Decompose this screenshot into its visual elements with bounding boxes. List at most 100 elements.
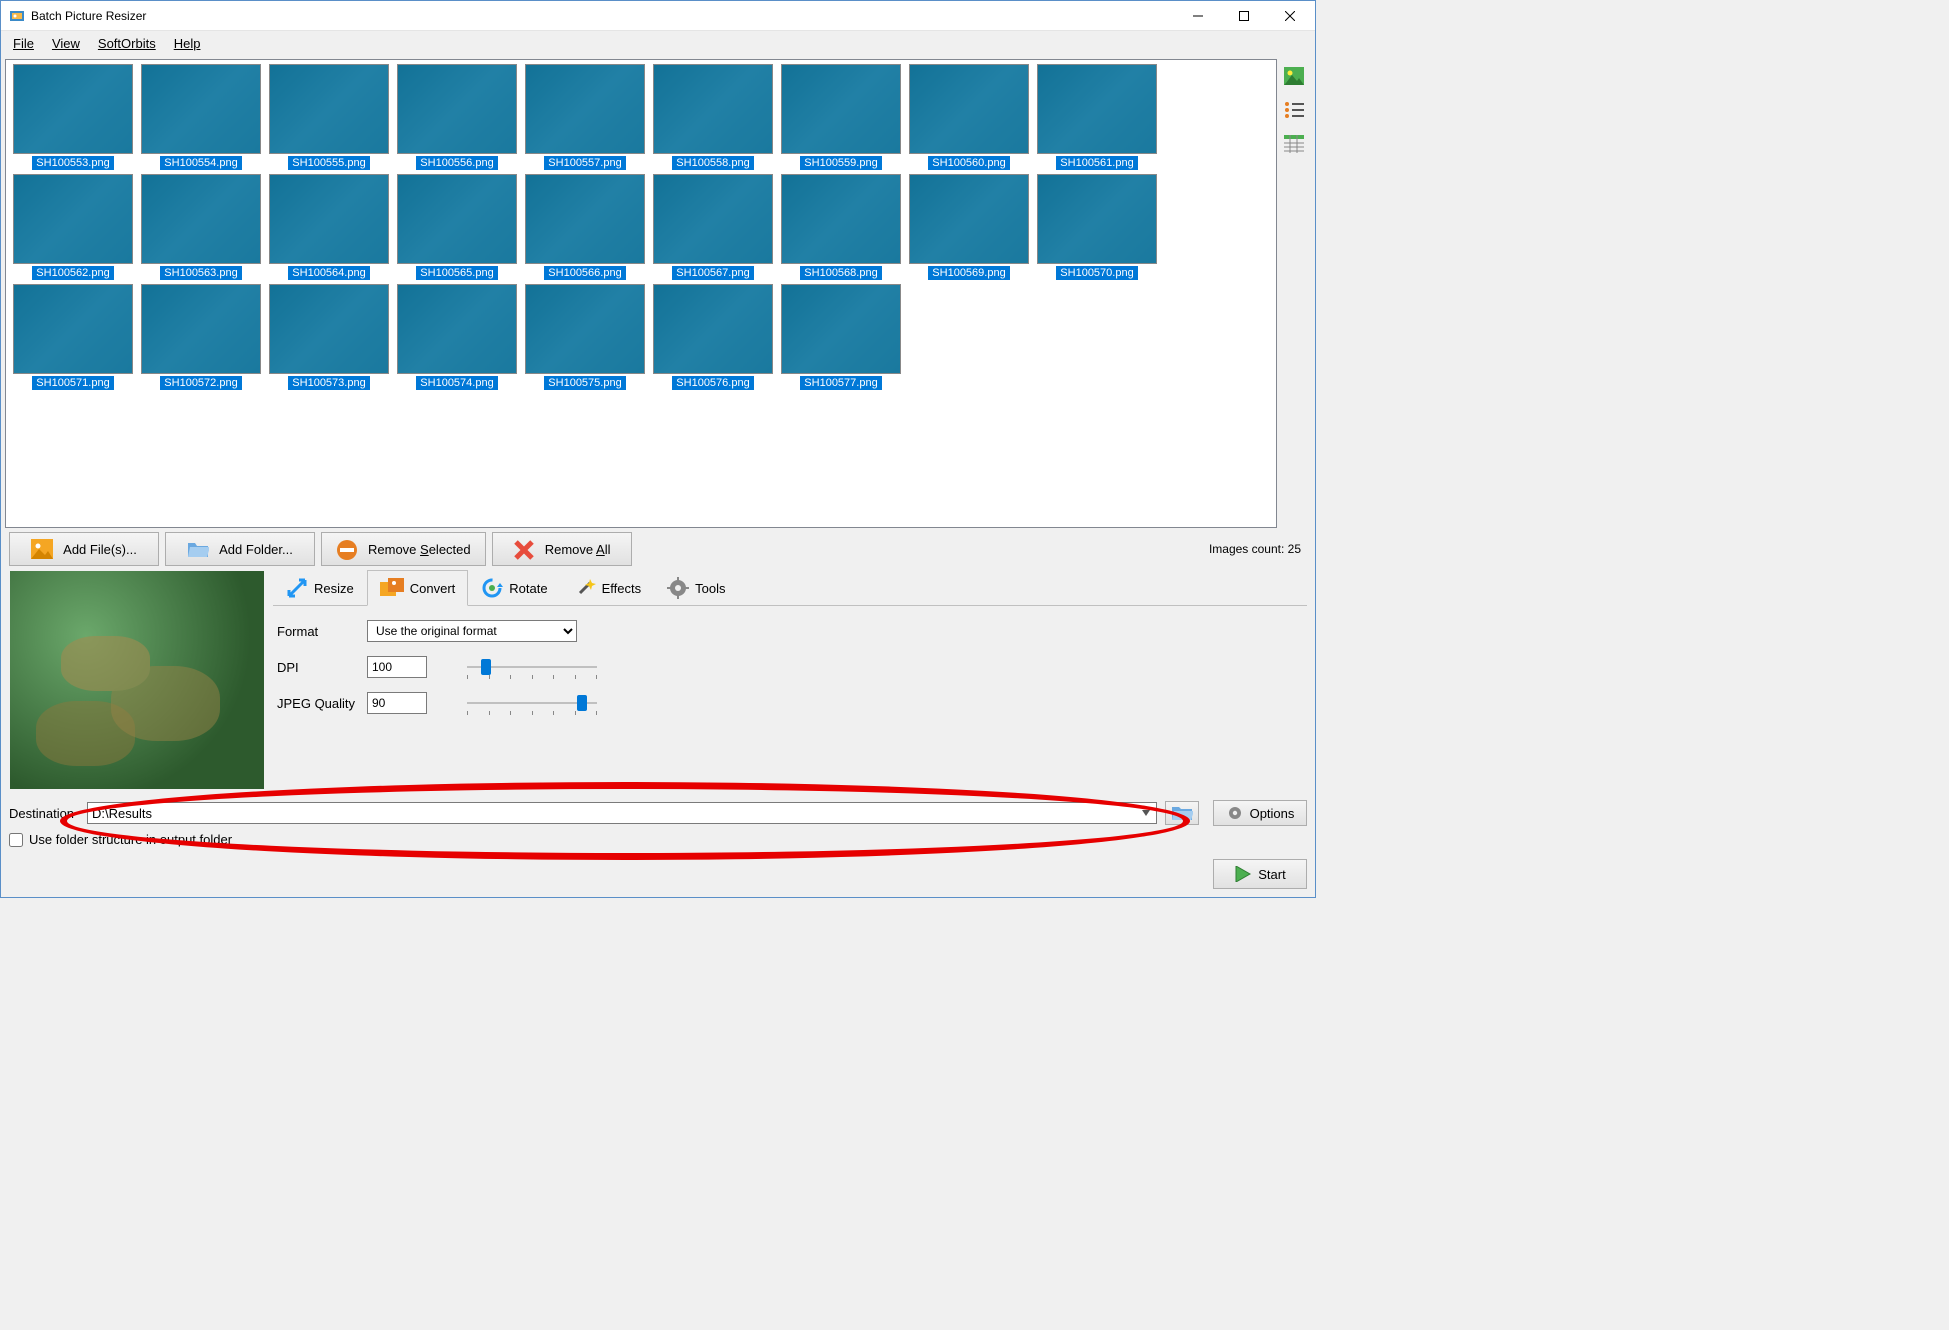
thumbnail-caption: SH100555.png	[288, 156, 369, 170]
view-thumbnails-button[interactable]	[1281, 63, 1307, 89]
view-list-button[interactable]	[1281, 97, 1307, 123]
thumbnail-caption: SH100562.png	[32, 266, 113, 280]
convert-icon	[380, 578, 404, 598]
thumbnail-item[interactable]: SH100557.png	[522, 64, 648, 170]
thumbnail-item[interactable]: SH100577.png	[778, 284, 904, 390]
gear-icon	[1226, 804, 1244, 822]
thumbnail-caption: SH100558.png	[672, 156, 753, 170]
remove-selected-button[interactable]: Remove Selected Remove Selected	[321, 532, 486, 566]
thumbnail-item[interactable]: SH100575.png	[522, 284, 648, 390]
menu-help[interactable]: Help	[166, 34, 209, 53]
jpeg-quality-label: JPEG Quality	[277, 696, 367, 711]
options-button[interactable]: Options	[1213, 800, 1307, 826]
thumbnail-item[interactable]: SH100565.png	[394, 174, 520, 280]
images-count-label: Images count: 25	[1209, 542, 1307, 556]
thumbnail-item[interactable]: SH100558.png	[650, 64, 776, 170]
maximize-button[interactable]	[1221, 1, 1267, 31]
format-label: Format	[277, 624, 367, 639]
thumbnail-item[interactable]: SH100574.png	[394, 284, 520, 390]
x-icon	[513, 539, 535, 559]
format-select[interactable]: Use the original format	[367, 620, 577, 642]
destination-label: Destination	[9, 806, 79, 821]
thumbnail-caption: SH100568.png	[800, 266, 881, 280]
thumbnail-item[interactable]: SH100559.png	[778, 64, 904, 170]
app-icon	[9, 8, 25, 24]
thumbnail-caption: SH100571.png	[32, 376, 113, 390]
add-folder-button[interactable]: Add Folder...	[165, 532, 315, 566]
thumbnail-caption: SH100574.png	[416, 376, 497, 390]
thumbnail-caption: SH100569.png	[928, 266, 1009, 280]
thumbnail-item[interactable]: SH100562.png	[10, 174, 136, 280]
thumbnail-caption: SH100556.png	[416, 156, 497, 170]
thumbnail-caption: SH100567.png	[672, 266, 753, 280]
thumbnail-caption: SH100566.png	[544, 266, 625, 280]
destination-path: D:\Results	[92, 806, 152, 821]
thumbnail-caption: SH100557.png	[544, 156, 625, 170]
destination-combo[interactable]: D:\Results	[87, 802, 1157, 824]
thumbnail-caption: SH100560.png	[928, 156, 1009, 170]
remove-all-button[interactable]: Remove All Remove All	[492, 532, 632, 566]
gear-icon	[667, 577, 689, 599]
thumbnail-caption: SH100554.png	[160, 156, 241, 170]
thumbnail-item[interactable]: SH100567.png	[650, 174, 776, 280]
thumbnail-item[interactable]: SH100560.png	[906, 64, 1032, 170]
jpeg-quality-input[interactable]	[367, 692, 427, 714]
titlebar: Batch Picture Resizer	[1, 1, 1315, 31]
thumbnail-caption: SH100575.png	[544, 376, 625, 390]
folder-icon	[187, 539, 209, 559]
thumbnail-caption: SH100572.png	[160, 376, 241, 390]
thumbnail-item[interactable]: SH100554.png	[138, 64, 264, 170]
gallery[interactable]: SH100553.png SH100554.png SH100555.png SH10…	[5, 59, 1277, 528]
thumbnail-item[interactable]: SH100571.png	[10, 284, 136, 390]
thumbnail-item[interactable]: SH100572.png	[138, 284, 264, 390]
thumbnail-caption: SH100563.png	[160, 266, 241, 280]
thumbnail-item[interactable]: SH100570.png	[1034, 174, 1160, 280]
thumbnail-caption: SH100559.png	[800, 156, 881, 170]
add-files-button[interactable]: Add File(s)...	[9, 532, 159, 566]
menu-view[interactable]: View	[44, 34, 88, 53]
tab-convert[interactable]: Convert	[367, 570, 469, 606]
thumbnail-caption: SH100561.png	[1056, 156, 1137, 170]
dpi-slider[interactable]	[467, 657, 597, 677]
jpeg-quality-slider[interactable]	[467, 693, 597, 713]
preview-pane	[9, 570, 265, 790]
thumbnail-caption: SH100576.png	[672, 376, 753, 390]
thumbnail-item[interactable]: SH100563.png	[138, 174, 264, 280]
use-folder-structure-checkbox[interactable]	[9, 833, 23, 847]
app-window: Batch Picture Resizer File View SoftOrbi…	[0, 0, 1316, 898]
magic-wand-icon	[574, 577, 596, 599]
menu-softorbits[interactable]: SoftOrbits	[90, 34, 164, 53]
thumbnail-item[interactable]: SH100573.png	[266, 284, 392, 390]
thumbnail-item[interactable]: SH100564.png	[266, 174, 392, 280]
thumbnail-caption: SH100570.png	[1056, 266, 1137, 280]
dpi-label: DPI	[277, 660, 367, 675]
thumbnail-item[interactable]: SH100556.png	[394, 64, 520, 170]
thumbnail-item[interactable]: SH100561.png	[1034, 64, 1160, 170]
thumbnail-item[interactable]: SH100568.png	[778, 174, 904, 280]
rotate-icon	[481, 577, 503, 599]
tab-effects[interactable]: Effects	[561, 570, 655, 605]
dpi-input[interactable]	[367, 656, 427, 678]
thumbnail-item[interactable]: SH100566.png	[522, 174, 648, 280]
close-button[interactable]	[1267, 1, 1313, 31]
thumbnail-caption: SH100577.png	[800, 376, 881, 390]
view-details-button[interactable]	[1281, 131, 1307, 157]
menu-file[interactable]: File	[5, 34, 42, 53]
thumbnail-item[interactable]: SH100553.png	[10, 64, 136, 170]
start-button[interactable]: Start	[1213, 859, 1307, 889]
use-folder-structure-label: Use folder structure in output folder	[29, 832, 232, 847]
minimize-button[interactable]	[1175, 1, 1221, 31]
chevron-down-icon[interactable]	[1138, 805, 1154, 821]
tab-tools[interactable]: Tools	[654, 570, 738, 605]
picture-icon	[31, 539, 53, 559]
tabs: Resize Convert Rotate Effects Tools	[273, 570, 1307, 606]
tab-rotate[interactable]: Rotate	[468, 570, 560, 605]
menubar: File View SoftOrbits Help	[1, 31, 1315, 55]
thumbnail-item[interactable]: SH100569.png	[906, 174, 1032, 280]
resize-icon	[286, 577, 308, 599]
tab-resize[interactable]: Resize	[273, 570, 367, 605]
thumbnail-item[interactable]: SH100576.png	[650, 284, 776, 390]
thumbnail-caption: SH100573.png	[288, 376, 369, 390]
browse-folder-button[interactable]	[1165, 801, 1199, 825]
thumbnail-item[interactable]: SH100555.png	[266, 64, 392, 170]
